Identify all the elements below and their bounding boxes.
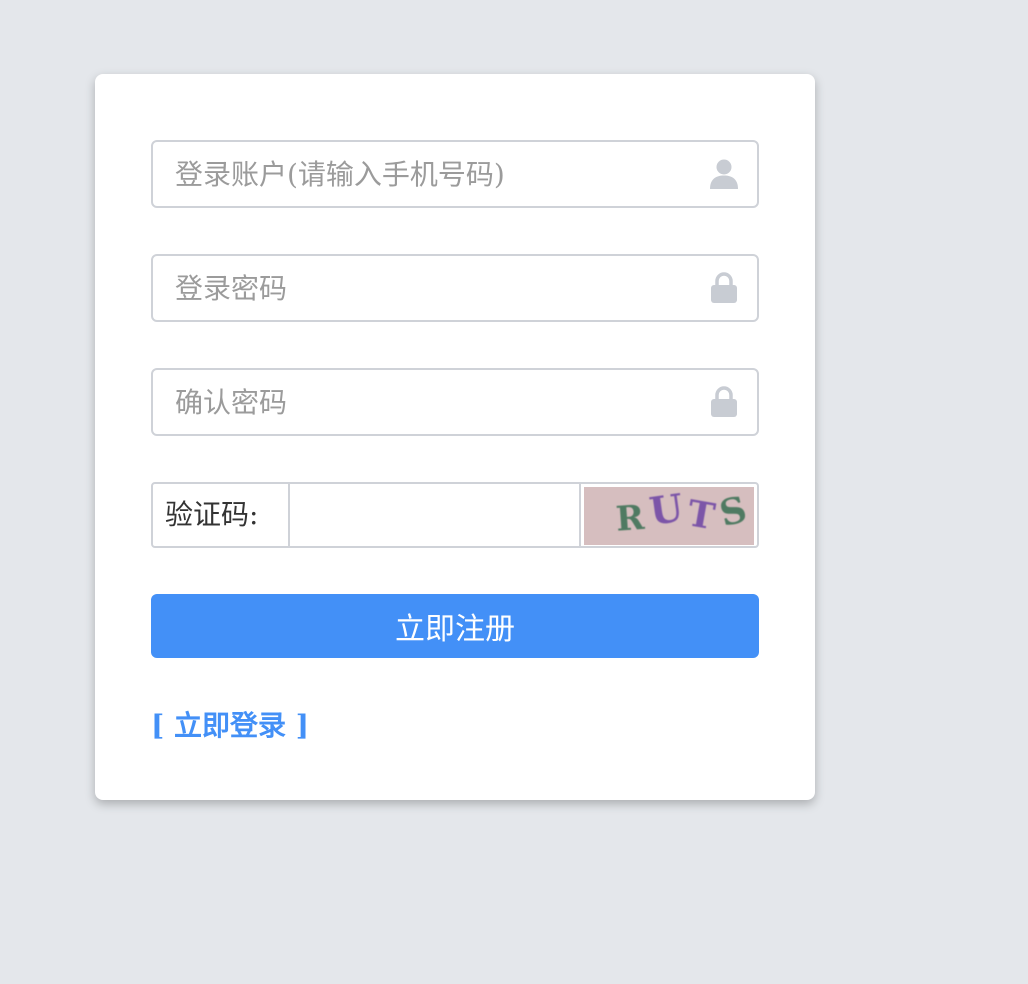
- svg-text:U: U: [647, 487, 686, 534]
- captcha-row: 验证码: R U T S: [151, 482, 759, 548]
- svg-text:R: R: [615, 498, 647, 540]
- confirm-password-input[interactable]: [153, 370, 757, 434]
- account-input[interactable]: [153, 142, 757, 206]
- register-card: 验证码: R U T S 立即注册 [ 立即登录 ]: [95, 74, 815, 800]
- lock-icon: [709, 386, 739, 418]
- confirm-password-field: [151, 368, 759, 436]
- lock-icon: [709, 272, 739, 304]
- register-button[interactable]: 立即注册: [151, 594, 759, 658]
- user-icon: [709, 158, 739, 190]
- password-input[interactable]: [153, 256, 757, 320]
- captcha-input[interactable]: [290, 484, 581, 546]
- account-field: [151, 140, 759, 208]
- captcha-image[interactable]: R U T S: [584, 485, 754, 545]
- login-link[interactable]: [ 立即登录 ]: [151, 704, 309, 744]
- captcha-label: 验证码:: [153, 484, 290, 546]
- password-field: [151, 254, 759, 322]
